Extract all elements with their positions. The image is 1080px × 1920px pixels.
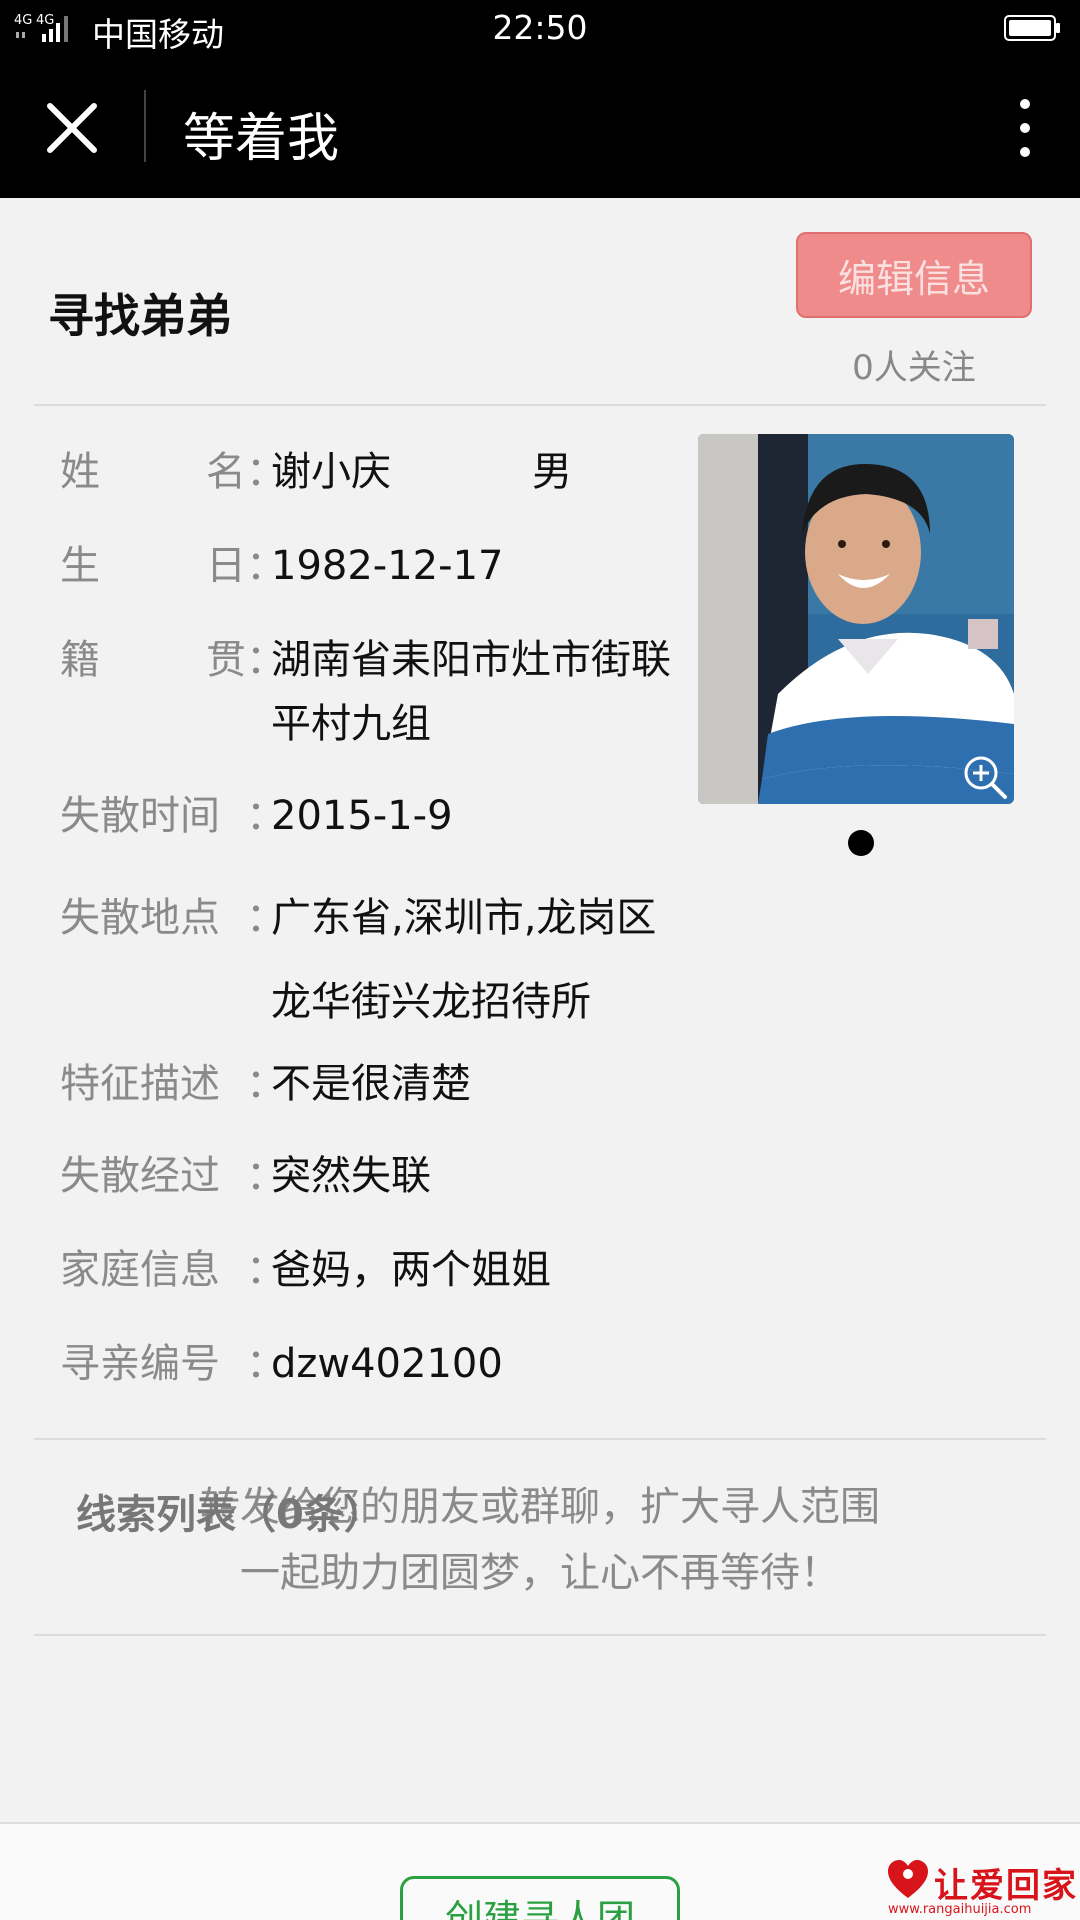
story-label: 失散经过: [60, 1153, 220, 1199]
id-label: 寻亲编号: [60, 1341, 220, 1387]
watermark-text: 让爱回家: [934, 1866, 1078, 1906]
followers-count: 0人关注: [852, 348, 976, 388]
features-label: 特征描述: [60, 1061, 220, 1107]
birthday-label: 生 日: [60, 534, 246, 598]
story-value: 突然失联: [271, 1153, 431, 1199]
hometown-value: 湖南省耒阳市灶市街联 平村九组: [271, 628, 751, 756]
id-value: dzw402100: [271, 1341, 503, 1387]
name-value: 谢小庆: [271, 449, 391, 495]
gender-value: 男: [532, 449, 572, 495]
birthday-label-char: 日: [206, 543, 246, 589]
edit-info-button[interactable]: 编辑信息: [796, 232, 1032, 318]
name-label-char: 名: [206, 449, 246, 495]
page-title: 等着我: [183, 109, 340, 169]
lost-time-value: 2015-1-9: [271, 793, 453, 839]
nav-bar: 等着我: [0, 58, 1080, 198]
main-content: 寻找弟弟 编辑信息 0人关注 姓 名 ： 谢小庆 男 生 日 ： 1982-12…: [0, 198, 1080, 1820]
status-bar: 4G 4G 中国移动 22:50: [0, 0, 1080, 58]
hometown-row: 籍 贯 ： 湖南省耒阳市灶市街联 平村九组: [60, 628, 700, 756]
features-value: 不是很清楚: [271, 1061, 471, 1107]
carousel-indicator-dot[interactable]: [848, 830, 874, 856]
family-value: 爸妈，两个姐姐: [271, 1247, 551, 1293]
person-photo[interactable]: [698, 434, 1014, 804]
birthday-value: 1982-12-17: [271, 543, 504, 589]
lost-place-value: 广东省,深圳市,龙岗区 龙华街兴龙招待所: [271, 876, 751, 1044]
family-label: 家庭信息: [60, 1247, 220, 1293]
create-search-team-button[interactable]: 创建寻人团: [400, 1876, 680, 1920]
hometown-line: 平村九组: [271, 701, 431, 747]
hometown-line: 湖南省耒阳市灶市街联: [271, 637, 671, 683]
name-label-char: 姓: [60, 449, 100, 495]
share-hint-line: 一起助力团圆梦，让心不再等待！: [240, 1550, 840, 1596]
more-vertical-icon[interactable]: [1010, 94, 1040, 162]
birthday-label-char: 生: [60, 543, 100, 589]
battery-icon: [1004, 15, 1060, 41]
portrait-image: [698, 434, 1014, 804]
lost-time-label: 失散时间: [60, 793, 220, 839]
divider: [34, 404, 1046, 406]
search-heading: 寻找弟弟: [48, 289, 232, 343]
close-icon[interactable]: [40, 96, 104, 160]
nav-separator: [144, 90, 146, 162]
lost-place-label: 失散地点: [60, 895, 220, 941]
hometown-label: 籍 贯: [60, 628, 246, 692]
clue-list-title: 线索列表（0条）: [76, 1492, 384, 1538]
lost-place-line: 广东省,深圳市,龙岗区: [271, 895, 657, 941]
clock: 22:50: [492, 8, 588, 47]
watermark: 让爱回家 www.rangaihuijia.com: [884, 1858, 1080, 1920]
divider: [34, 1438, 1046, 1440]
name-label: 姓 名: [60, 440, 246, 504]
divider: [34, 1634, 1046, 1636]
hometown-label-char: 籍: [60, 637, 100, 683]
hometown-label-char: 贯: [206, 637, 246, 683]
heart-logo-icon: [888, 1860, 928, 1898]
zoom-in-icon[interactable]: [960, 752, 1010, 802]
lost-place-line: 龙华街兴龙招待所: [271, 979, 591, 1025]
lost-place-row: 失散地点 ： 广东省,深圳市,龙岗区 龙华街兴龙招待所: [60, 876, 700, 1026]
watermark-url: www.rangaihuijia.com: [888, 1902, 1032, 1917]
